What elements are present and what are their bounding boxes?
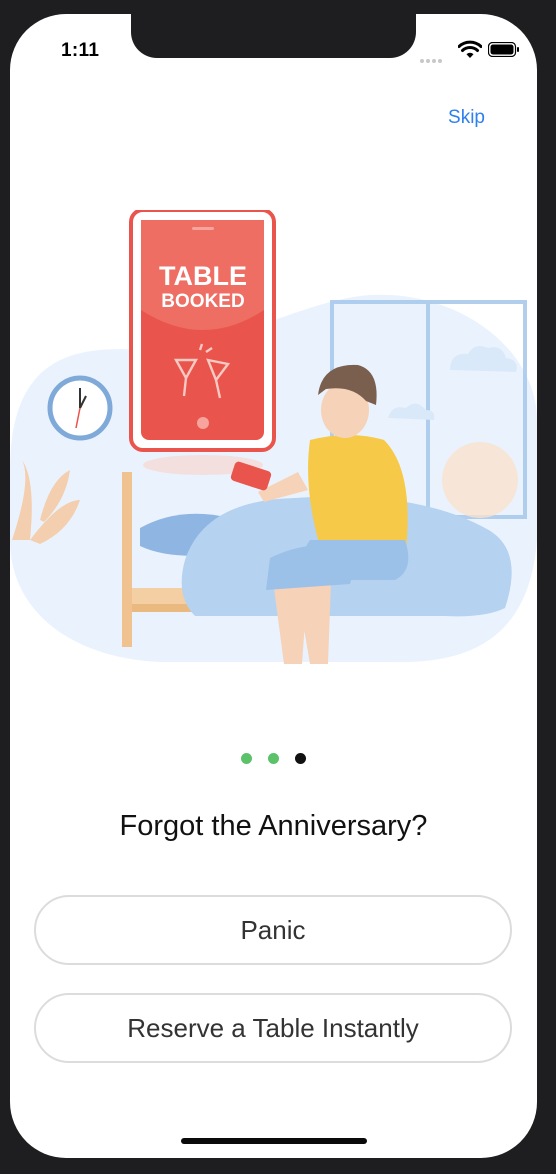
reserve-table-button[interactable]: Reserve a Table Instantly xyxy=(34,993,512,1063)
table-booked-phone: TABLE BOOKED xyxy=(129,210,276,475)
panic-button[interactable]: Panic xyxy=(34,895,512,965)
app-screen: 1:11 Skip TABLE BOOKED Forgot the Annive… xyxy=(10,14,537,1158)
phone-text-table: TABLE xyxy=(159,261,247,291)
home-indicator[interactable] xyxy=(181,1138,367,1144)
page-dot[interactable] xyxy=(240,753,252,764)
status-icons xyxy=(420,40,520,63)
device-notch xyxy=(131,14,416,58)
page-indicator[interactable] xyxy=(10,751,537,769)
clock-icon xyxy=(47,375,113,441)
page-dot-active[interactable] xyxy=(295,753,307,764)
battery-icon xyxy=(488,42,519,57)
status-time: 1:11 xyxy=(61,40,100,61)
onboarding-illustration: TABLE BOOKED xyxy=(10,210,537,664)
phone-text-booked: BOOKED xyxy=(161,291,244,312)
skip-button[interactable]: Skip xyxy=(448,107,485,129)
cellular-signal-icon xyxy=(420,50,444,68)
wifi-icon xyxy=(458,40,482,58)
onboarding-headline: Forgot the Anniversary? xyxy=(119,810,428,842)
page-dot[interactable] xyxy=(268,753,279,764)
device-frame: 1:11 Skip TABLE BOOKED Forgot the Annive… xyxy=(0,0,556,1174)
